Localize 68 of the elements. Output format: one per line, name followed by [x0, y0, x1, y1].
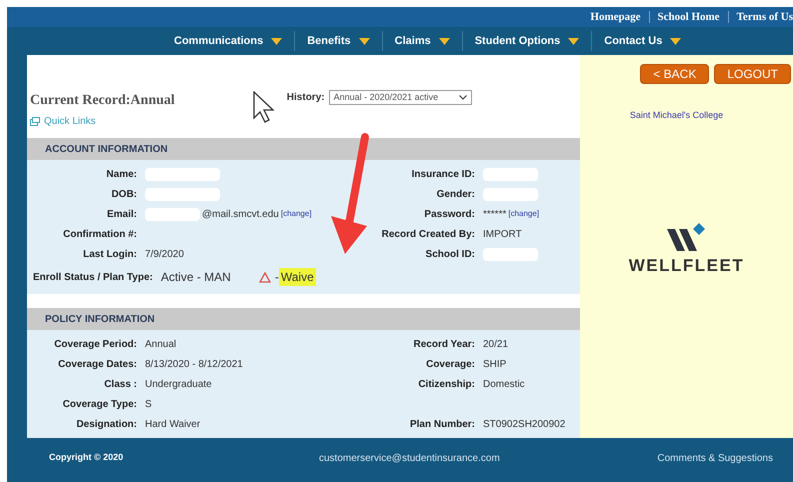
nav-button[interactable]: LOGOUT	[714, 64, 791, 84]
warning-icon	[258, 272, 271, 282]
field-label: Gender:	[436, 188, 476, 200]
field-label: Password:	[423, 208, 476, 220]
change-link[interactable]: [change]	[280, 208, 312, 220]
caret-icon	[271, 38, 282, 44]
nav-button[interactable]: < BACK	[640, 64, 710, 84]
window-icon	[30, 117, 40, 126]
change-link[interactable]: [change]	[508, 208, 540, 220]
nav-menu[interactable]: Benefits	[303, 32, 374, 50]
field-value: Active - MAN	[160, 269, 231, 286]
field-label: Email:	[106, 208, 138, 220]
field-label: Coverage:	[425, 358, 476, 370]
field-label: DOB:	[110, 188, 138, 200]
section-header: POLICY INFORMATION	[27, 308, 580, 330]
top-link[interactable]: School Home	[658, 8, 720, 26]
field-label: Coverage Period:	[53, 338, 138, 350]
cursor-icon	[252, 91, 275, 123]
chevron-icon	[458, 95, 467, 100]
section-header: ACCOUNT INFORMATION	[27, 138, 580, 160]
field-value: ******	[483, 208, 506, 222]
field-value: @mail.smcvt.edu	[202, 208, 279, 222]
field-value: Undergraduate	[145, 378, 212, 392]
field-value: Hard Waiver	[145, 418, 200, 432]
comments-link[interactable]: Comments & Suggestions	[657, 450, 773, 466]
separator-text: -	[274, 269, 279, 286]
history-dropdown[interactable]: Annual - 2020/2021 active	[328, 90, 472, 105]
nav-menu[interactable]: Claims	[390, 32, 454, 50]
field-label: Confirmation #:	[62, 228, 138, 240]
field-label: Coverage Type:	[62, 398, 138, 410]
field-value: S	[145, 398, 152, 412]
field-label: Insurance ID:	[410, 168, 476, 180]
record-title: Current Record:Annual	[30, 92, 175, 110]
field-label: Record Year:	[412, 338, 476, 350]
nav-menu[interactable]: Student Options	[470, 32, 584, 50]
top-link[interactable]: Terms of Us	[736, 8, 793, 26]
logo-text: WELLFLEET	[628, 254, 744, 276]
field-label: School ID:	[424, 248, 476, 260]
field-value: Domestic	[483, 378, 525, 392]
field-label: Coverage Dates:	[57, 358, 138, 370]
field-value: 7/9/2020	[145, 248, 184, 262]
history-label: History:	[286, 91, 325, 105]
email-link[interactable]: customerservice@studentinsurance.com	[319, 450, 500, 466]
field-label: Last Login:	[82, 248, 138, 260]
field-label: Plan Number:	[408, 418, 476, 430]
logo-icon	[666, 222, 706, 250]
field-value: ST0902SH200902	[483, 418, 566, 432]
field-label: Name:	[105, 168, 138, 180]
copyright-text: Copyright © 2020	[49, 451, 124, 464]
caret-icon	[438, 38, 450, 44]
status-value: Waive	[278, 268, 316, 286]
field-value: Annual	[145, 338, 176, 352]
field-label: Citizenship:	[417, 378, 476, 390]
caret-icon	[358, 38, 370, 44]
top-link[interactable]: Homepage	[590, 8, 641, 26]
nav-menu[interactable]: Communications	[170, 32, 286, 50]
field-label: Record Created By:	[380, 228, 476, 240]
field-value: 20/21	[483, 338, 508, 352]
field-value: SHIP	[483, 358, 506, 372]
caret-icon	[670, 38, 682, 44]
caret-icon	[568, 38, 580, 44]
field-value: 8/13/2020 - 8/12/2021	[145, 358, 243, 372]
field-value: IMPORT	[483, 228, 522, 242]
field-label: Class :	[103, 378, 138, 390]
field-label: Enroll Status / Plan Type:	[33, 270, 154, 284]
nav-menu[interactable]: Contact Us	[600, 32, 686, 50]
school-link[interactable]: Saint Michael's College	[630, 109, 724, 122]
field-label: Designation:	[75, 418, 138, 430]
